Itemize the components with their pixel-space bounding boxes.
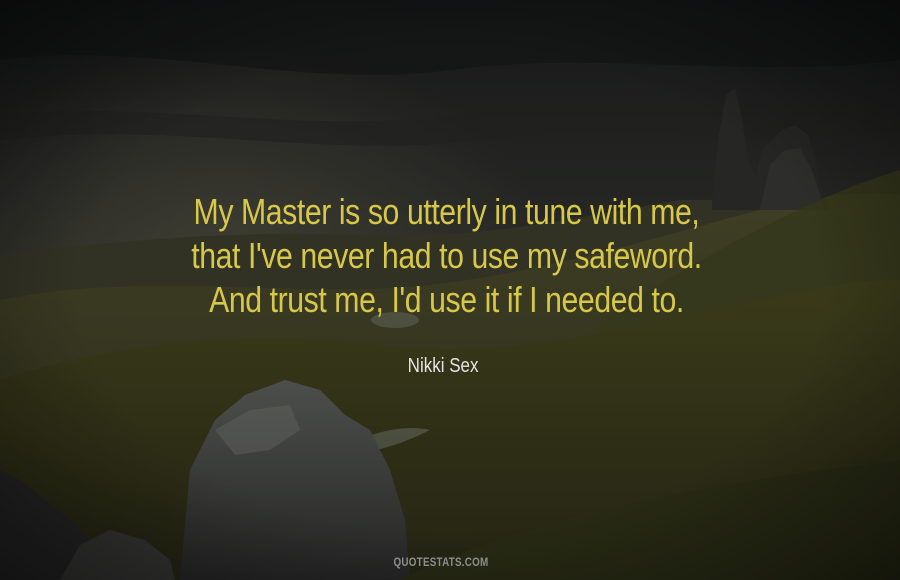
quote-line: And trust me, I'd use it if I needed to.	[209, 279, 684, 320]
quote-author: Nikki Sex	[407, 355, 479, 377]
quote-line: that I've never had to use my safeword.	[191, 235, 702, 276]
quote-text: My Master is so utterly in tune with me,…	[68, 190, 824, 322]
quote-image: My Master is so utterly in tune with me,…	[0, 0, 900, 580]
quote-line: My Master is so utterly in tune with me,	[193, 191, 700, 232]
site-watermark: QUOTESTATS.COM	[393, 555, 489, 569]
